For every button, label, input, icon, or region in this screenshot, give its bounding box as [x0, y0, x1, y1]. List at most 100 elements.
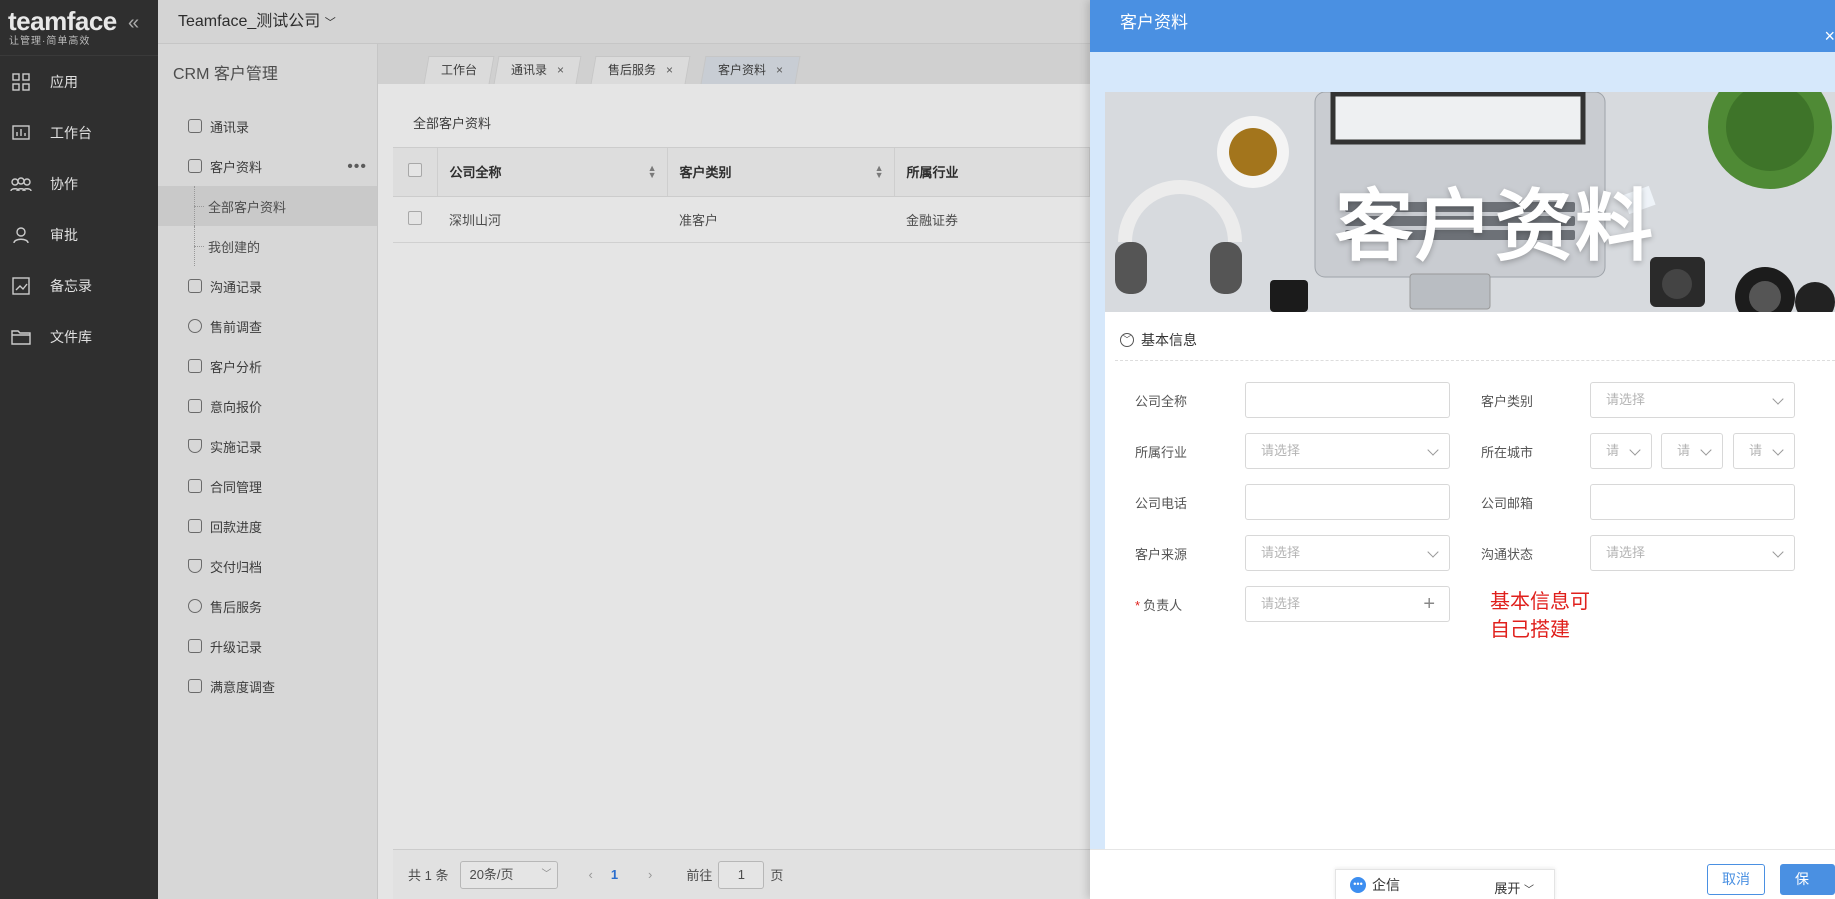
- district-select[interactable]: 请: [1733, 433, 1795, 469]
- record-icon: [188, 279, 202, 293]
- close-icon[interactable]: ×: [557, 57, 564, 83]
- crm-item-contracts[interactable]: 合同管理: [158, 466, 377, 506]
- crm-item-contacts[interactable]: 通讯录: [158, 106, 377, 146]
- crm-item-aftersales[interactable]: 售后服务: [158, 586, 377, 626]
- next-page-icon[interactable]: ›: [648, 867, 652, 882]
- divider: [1115, 360, 1835, 361]
- table-cell: 深圳山河: [437, 196, 667, 243]
- crm-item-label: 意向报价: [210, 399, 263, 415]
- section-basic-info[interactable]: ﹀ 基本信息: [1120, 330, 1197, 350]
- page-size-select[interactable]: 20条/页 ﹀: [460, 860, 559, 889]
- crm-item-payment[interactable]: 回款进度: [158, 506, 377, 546]
- sort-icon[interactable]: ▲ ▼: [648, 164, 657, 180]
- phone-input[interactable]: [1245, 484, 1450, 520]
- tab-workbench[interactable]: 工作台: [423, 56, 495, 84]
- nav-item-files[interactable]: 文件库: [0, 311, 158, 362]
- crm-item-label: 实施记录: [210, 439, 263, 455]
- crm-item-label: 客户分析: [210, 359, 263, 375]
- column-label: 所属行业: [906, 165, 959, 181]
- field-label: 公司电话: [1135, 496, 1188, 511]
- column-header[interactable]: 客户类别 ▲ ▼: [667, 148, 895, 197]
- crm-item-customers[interactable]: 客户资料 •••: [158, 146, 377, 186]
- nav-item-label: 工作台: [50, 124, 92, 141]
- main-nav: teamface 让管理·简单高效 « 应用 工作台 协作 审批 备忘录 文件库: [0, 0, 158, 899]
- nav-item-label: 审批: [50, 226, 78, 243]
- more-icon[interactable]: •••: [347, 158, 367, 176]
- crm-item-delivery[interactable]: 交付归档: [158, 546, 377, 586]
- company-name-input[interactable]: [1245, 382, 1450, 418]
- goto-input[interactable]: 1: [718, 860, 765, 889]
- plus-icon[interactable]: +: [1423, 587, 1435, 621]
- email-input[interactable]: [1590, 484, 1795, 520]
- banner-title: 客户资料: [1335, 182, 1656, 270]
- crm-item-presales[interactable]: 售前调查: [158, 306, 377, 346]
- status-select[interactable]: 请选择: [1590, 535, 1795, 571]
- select-all-checkbox[interactable]: [408, 163, 422, 178]
- required-mark: *: [1135, 598, 1141, 613]
- user-icon: [10, 225, 32, 245]
- nav-item-collab[interactable]: 协作: [0, 158, 158, 209]
- cancel-button[interactable]: 取消: [1707, 864, 1765, 895]
- qixin-label: 企信: [1372, 877, 1400, 893]
- tab-aftersales[interactable]: 售后服务 ×: [590, 56, 691, 84]
- nav-item-approval[interactable]: 审批: [0, 209, 158, 260]
- cart-icon: [188, 519, 202, 533]
- placeholder: 请: [1677, 443, 1691, 458]
- crm-item-label: 全部客户资料: [208, 199, 287, 215]
- nav-item-workbench[interactable]: 工作台: [0, 107, 158, 158]
- tab-bar: 工作台 通讯录 × 售后服务 × 客户资料 ×: [378, 44, 1090, 84]
- row-checkbox[interactable]: [408, 210, 422, 225]
- chevron-down-icon: [1629, 444, 1641, 456]
- column-label: 客户类别: [679, 165, 732, 181]
- province-select[interactable]: 请: [1590, 433, 1652, 469]
- customer-drawer: 客户资料 × 客户资料 ﹀ 基本信息 公司全称 客户类别 请选择 所属行业 请选…: [1090, 0, 1835, 899]
- tab-contacts[interactable]: 通讯录 ×: [493, 56, 582, 84]
- crm-item-label: 升级记录: [210, 639, 263, 655]
- company-switcher[interactable]: Teamface_测试公司 ﹀: [178, 7, 336, 31]
- close-icon[interactable]: ×: [666, 57, 673, 83]
- table-cell: 金融证券: [894, 196, 1090, 243]
- customer-type-select[interactable]: 请选择: [1590, 382, 1795, 418]
- prev-page-icon[interactable]: ‹: [588, 867, 592, 882]
- field-label: 公司邮箱: [1481, 496, 1534, 511]
- page-number[interactable]: 1: [611, 867, 618, 882]
- crm-item-communication[interactable]: 沟通记录: [158, 266, 377, 306]
- collapse-icon[interactable]: «: [128, 12, 139, 35]
- crm-item-implementation[interactable]: 实施记录: [158, 426, 377, 466]
- page-size-value: 20条/页: [469, 866, 514, 882]
- crm-sub-created-by-me[interactable]: 我创建的: [158, 226, 377, 266]
- crm-item-analysis[interactable]: 客户分析: [158, 346, 377, 386]
- crm-menu: CRM 客户管理 通讯录 客户资料 ••• 全部客户资料 我创建的 沟通记录 售前…: [158, 44, 378, 899]
- sort-icon[interactable]: ▲ ▼: [875, 164, 884, 180]
- qixin-chat-bar[interactable]: ••• 企信 展开 ﹀: [1335, 869, 1555, 899]
- industry-select[interactable]: 请选择: [1245, 433, 1450, 469]
- nav-item-label: 应用: [50, 73, 78, 90]
- crm-item-quote[interactable]: 意向报价: [158, 386, 377, 426]
- expand-toggle[interactable]: 展开 ﹀: [1494, 878, 1534, 897]
- drawer-body: 客户资料 ﹀ 基本信息 公司全称 客户类别 请选择 所属行业 请选择 所在城市 …: [1090, 52, 1835, 849]
- tab-customers[interactable]: 客户资料 ×: [700, 56, 801, 84]
- calendar-icon: [188, 479, 202, 493]
- chevron-down-icon: [1772, 393, 1784, 405]
- nav-item-memo[interactable]: 备忘录: [0, 260, 158, 311]
- crm-item-upgrade[interactable]: 升级记录: [158, 626, 377, 666]
- expand-label: 展开: [1494, 881, 1521, 896]
- column-header[interactable]: 公司全称 ▲ ▼: [437, 148, 668, 197]
- crm-item-satisfaction[interactable]: 满意度调查: [158, 666, 377, 706]
- nav-item-apps[interactable]: 应用: [0, 56, 158, 107]
- owner-picker[interactable]: 请选择 +: [1245, 586, 1450, 622]
- analysis-icon: [188, 359, 202, 373]
- crm-item-label: 沟通记录: [210, 279, 263, 295]
- chevron-down-icon: [1772, 444, 1784, 456]
- city-select[interactable]: 请: [1661, 433, 1723, 469]
- crm-sub-all-customers[interactable]: 全部客户资料: [158, 186, 377, 226]
- crm-item-label: 售前调查: [210, 319, 263, 335]
- brand-slogan: 让管理·简单高效: [9, 36, 91, 47]
- table-row[interactable]: 深圳山河 准客户 金融证券: [393, 196, 1090, 243]
- save-button[interactable]: 保存: [1780, 864, 1835, 895]
- crm-item-label: 客户资料: [210, 159, 263, 175]
- source-select[interactable]: 请选择: [1245, 535, 1450, 571]
- close-icon[interactable]: ×: [776, 57, 783, 83]
- chevron-down-icon: [1700, 444, 1712, 456]
- column-header[interactable]: 所属行业: [894, 148, 1090, 197]
